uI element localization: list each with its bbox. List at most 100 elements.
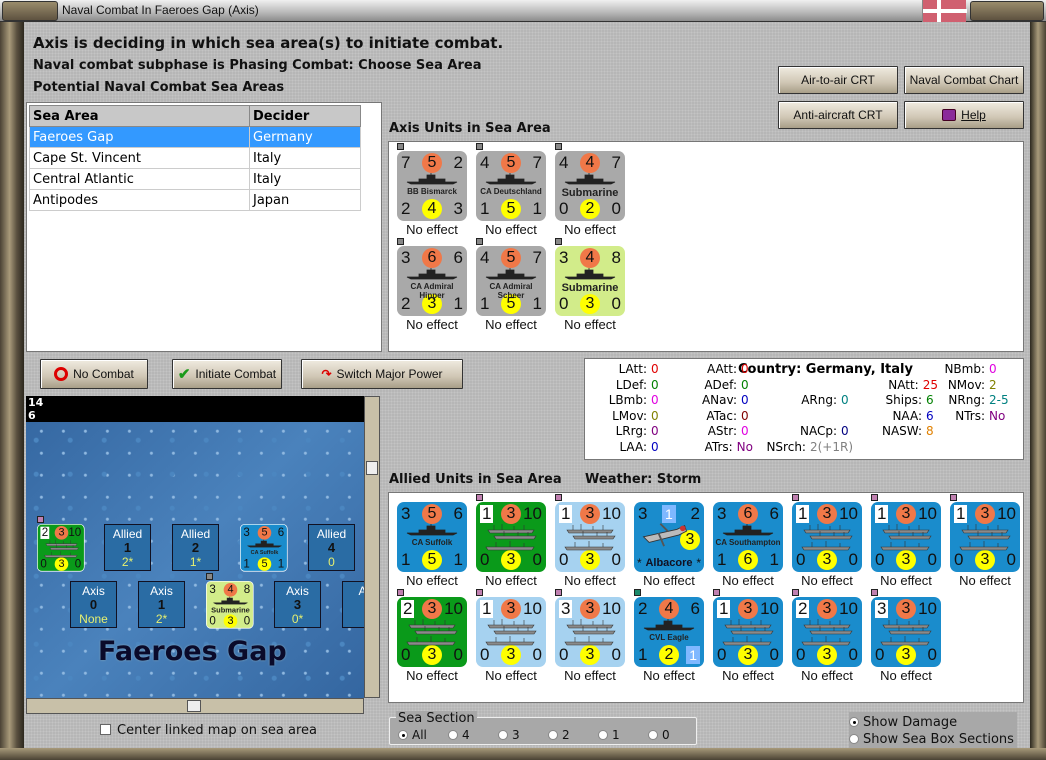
counter-bottom-left: 1 — [717, 550, 727, 569]
sea-section-radio[interactable]: All — [398, 728, 427, 742]
unit-counter[interactable]: 1 3 0 3 0 10 — [713, 597, 783, 667]
unit-counter[interactable]: 3 6 1 6 1 CA Southampton 6 — [713, 502, 783, 572]
sea-box[interactable]: Axis 1 2* — [138, 581, 185, 628]
sea-box[interactable]: Allied 2 1* — [172, 524, 219, 571]
stat-value: 2 — [989, 377, 997, 392]
sea-box-value: 0* — [291, 612, 304, 626]
counter-bottom-right: 0 — [453, 645, 463, 664]
unit-counter[interactable]: 1 3 0 3 0 10 — [871, 502, 941, 572]
unit-counter[interactable]: 3 5 1 5 1 CA Suffolk 6 — [397, 502, 467, 572]
window-controls[interactable] — [970, 1, 1044, 21]
unit-counter[interactable]: 3 4 0 3 0 Submarine 8 — [206, 581, 254, 629]
unit-counter[interactable]: 3 5 1 5 1 CA Suffolk 6 — [240, 524, 288, 572]
counter-top-left: 7 — [401, 153, 411, 172]
radio-button[interactable] — [849, 717, 859, 727]
unit-counter[interactable]: 2 3 0 3 0 10 — [397, 597, 467, 667]
unit-counter[interactable]: 3 1 3 Albacore * * 2 — [634, 502, 704, 572]
unit-status-pip — [555, 238, 562, 245]
sea-section-radio[interactable]: 1 — [598, 728, 620, 742]
counter-top-left: 3 — [209, 583, 216, 596]
unit-counter[interactable]: 1 3 0 3 0 10 — [792, 502, 862, 572]
radio-button[interactable] — [849, 734, 859, 744]
unit-counter[interactable]: 3 4 0 3 0 Submarine 8 — [555, 246, 625, 316]
scrollbar-thumb[interactable] — [187, 700, 201, 712]
sea-section-radio[interactable]: 3 — [498, 728, 520, 742]
map-horizontal-scrollbar[interactable] — [26, 698, 364, 714]
counter-defense: 5 — [422, 550, 442, 570]
counter-defense: 3 — [422, 645, 442, 665]
unit-counter[interactable]: 1 3 0 3 0 10 — [555, 502, 625, 572]
radio-button[interactable] — [398, 730, 408, 740]
stat-value: 0 — [651, 393, 659, 407]
unit-counter[interactable]: 4 5 1 5 1 CA Admiral Scheer 7 — [476, 246, 546, 316]
sea-box[interactable]: Allied 1 2* — [104, 524, 151, 571]
stat-key: NAA: — [892, 408, 922, 423]
stat-item: LRrg: 0 — [616, 424, 663, 438]
radio-button[interactable] — [548, 730, 558, 740]
sea-area-map[interactable]: Faeroes Gap Allied 1 2* Allied 2 1* Allied 4 0 Ax… — [26, 396, 364, 698]
counter-name: Albacore — [645, 557, 693, 569]
sea-section-radio[interactable]: 0 — [648, 728, 670, 742]
initiate-combat-button[interactable]: ✔ Initiate Combat — [172, 359, 282, 389]
view-option-radio[interactable]: Show Sea Box Sections — [849, 731, 1014, 748]
radio-label: All — [412, 728, 427, 742]
sea-box[interactable]: Ax — [342, 581, 364, 628]
unit-counter[interactable]: 3 3 0 3 0 10 — [871, 597, 941, 667]
radio-label: 2 — [562, 728, 570, 742]
sea-box-number: 1 — [157, 597, 166, 612]
column-header-sea-area[interactable]: Sea Area — [29, 105, 250, 127]
switch-major-power-button[interactable]: ↷ Switch Major Power — [301, 359, 463, 389]
sea-section-radio[interactable]: 4 — [448, 728, 470, 742]
unit-status-pip — [206, 573, 213, 580]
combat-result: No effect — [880, 573, 932, 588]
unit-counter[interactable]: 2 3 0 3 0 10 — [37, 524, 85, 572]
stat-key: AStr: — [707, 424, 737, 438]
anti-aircraft-crt-button[interactable]: Anti-aircraft CRT — [778, 101, 898, 129]
radio-button[interactable] — [448, 730, 458, 740]
stat-key: ANav: — [701, 393, 737, 407]
scrollbar-thumb[interactable] — [366, 461, 378, 475]
sea-box-value: None — [79, 612, 108, 626]
unit-counter[interactable]: 1 3 0 3 0 10 — [476, 597, 546, 667]
counter-defense: 6 — [738, 550, 758, 570]
button-label: Anti-aircraft CRT — [793, 108, 883, 122]
unit-counter[interactable]: 2 3 0 3 0 10 — [792, 597, 862, 667]
map-vertical-scrollbar[interactable] — [364, 396, 380, 698]
naval-combat-chart-button[interactable]: Naval Combat Chart — [904, 66, 1024, 94]
unit-counter[interactable]: 2 4 1 2 1 CVL Eagle 6 — [634, 597, 704, 667]
counter-attack: 3 — [580, 599, 600, 619]
unit-counter[interactable]: 1 3 0 3 0 10 — [950, 502, 1020, 572]
button-label: No Combat — [73, 367, 134, 381]
view-option-radio[interactable]: Show Damage — [849, 714, 1014, 731]
no-combat-button[interactable]: No Combat — [40, 359, 148, 389]
radio-button[interactable] — [598, 730, 608, 740]
counter-bottom-right: 0 — [611, 550, 621, 569]
unit-counter[interactable]: 1 3 0 3 0 10 — [476, 502, 546, 572]
help-button[interactable]: Help — [904, 101, 1024, 129]
counter-attack: 4 — [223, 583, 238, 597]
unit-counter[interactable]: 4 5 1 5 1 CA Deutschland 7 — [476, 151, 546, 221]
counter-attack: 3 — [738, 599, 758, 619]
sea-area-row[interactable]: Cape St. Vincent Italy — [29, 147, 361, 169]
counter-defense: 5 — [257, 557, 272, 571]
sea-section-radio[interactable]: 2 — [548, 728, 570, 742]
sea-area-row[interactable]: Antipodes Japan — [29, 189, 361, 211]
german-flag-icon — [922, 0, 967, 22]
center-map-checkbox[interactable]: Center linked map on sea area — [100, 723, 317, 738]
radio-button[interactable] — [498, 730, 508, 740]
air-to-air-crt-button[interactable]: Air-to-air CRT — [778, 66, 898, 94]
unit-counter[interactable]: 7 5 2 4 3 BB Bismarck 2 — [397, 151, 467, 221]
column-header-decider[interactable]: Decider — [249, 105, 361, 127]
sea-box[interactable]: Axis 3 0* — [274, 581, 321, 628]
sea-box[interactable]: Allied 4 0 — [308, 524, 355, 571]
sea-box[interactable]: Axis 0 None — [70, 581, 117, 628]
counter-top-left: 1 — [875, 504, 889, 523]
window-menu-button[interactable] — [2, 1, 58, 21]
unit-counter[interactable]: 3 3 0 3 0 10 — [555, 597, 625, 667]
sea-area-row[interactable]: Central Atlantic Italy — [29, 168, 361, 190]
unit-counter[interactable]: 3 6 2 3 1 CA Admiral Hipper 6 — [397, 246, 467, 316]
radio-button[interactable] — [648, 730, 658, 740]
sea-area-row[interactable]: Faeroes Gap Germany — [29, 126, 361, 148]
unit-counter[interactable]: 4 4 0 2 0 Submarine 7 — [555, 151, 625, 221]
stat-value: 25 — [922, 377, 938, 392]
